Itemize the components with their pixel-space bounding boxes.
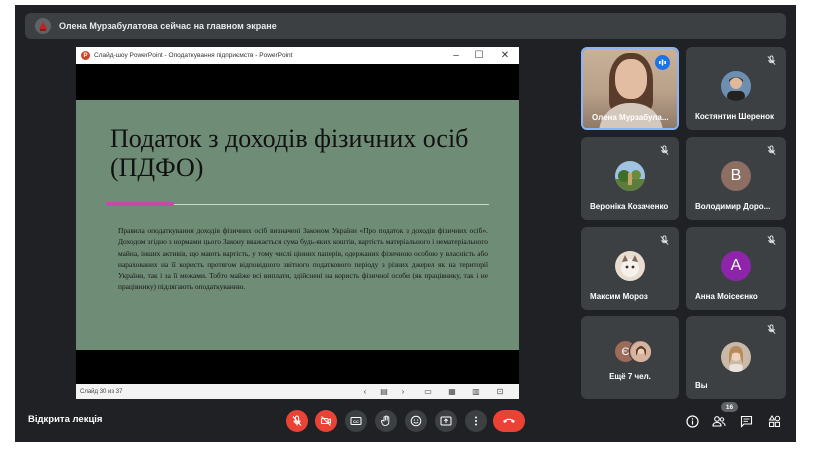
- powerpoint-icon: P: [81, 51, 90, 60]
- camera-toggle-button[interactable]: [315, 410, 337, 432]
- participant-tile[interactable]: Олена Мурзабула...: [581, 47, 679, 130]
- info-icon: [685, 414, 699, 428]
- participant-avatar-letter: А: [721, 251, 751, 281]
- mic-off-icon: [292, 415, 302, 426]
- present-now-button[interactable]: [435, 410, 457, 432]
- participant-avatar: [629, 340, 652, 363]
- participant-name: Костянтин Шеренок: [695, 112, 774, 121]
- powerpoint-statusbar: Слайд 30 из 37 ‹ ▤ › ▭ ▦ ▥ ⊡: [76, 384, 519, 399]
- slide-body-text: Правила оподаткування доходів фізичних о…: [118, 226, 488, 292]
- slide-title: Податок з доходів фізичних осіб (ПДФО): [110, 124, 469, 182]
- mic-off-icon: [767, 55, 776, 65]
- next-slide-icon[interactable]: ›: [397, 386, 409, 397]
- hand-icon: [380, 415, 390, 426]
- participant-count-badge: 16: [721, 402, 738, 412]
- participant-name: Вероніка Козаченко: [590, 202, 669, 211]
- participant-name: Максим Мороз: [590, 292, 648, 301]
- participant-tile[interactable]: А Анна Моісеєнко: [686, 227, 786, 310]
- mic-off-icon: [767, 145, 776, 155]
- leave-call-button[interactable]: [493, 410, 525, 432]
- normal-view-icon[interactable]: ▭: [422, 386, 434, 397]
- participants-button[interactable]: [710, 412, 728, 430]
- participant-name: Вы: [695, 381, 708, 390]
- people-icon: [712, 415, 726, 427]
- slide-accent-bar: [106, 202, 174, 206]
- participant-tile[interactable]: В Володимир Доро...: [686, 137, 786, 220]
- powerpoint-window-title: Слайд-шоу PowerPoint - Оподаткування під…: [94, 52, 293, 59]
- mic-off-icon: [767, 324, 776, 334]
- participant-name: Володимир Доро...: [695, 202, 771, 211]
- mic-off-icon: [767, 235, 776, 245]
- mic-toggle-button[interactable]: [286, 410, 308, 432]
- participant-avatar: [615, 251, 645, 281]
- more-participants-label: Ещё 7 чел.: [609, 372, 651, 381]
- minimize-icon[interactable]: –: [445, 47, 467, 64]
- participant-tile[interactable]: Костянтин Шеренок: [686, 47, 786, 130]
- participant-avatar-letter: В: [721, 161, 751, 191]
- captions-icon: CC: [350, 417, 362, 425]
- present-icon: [440, 416, 452, 426]
- presenting-banner: Олена Мурзабулатова сейчас на главном эк…: [25, 13, 786, 39]
- participant-tile[interactable]: Вероніка Козаченко: [581, 137, 679, 220]
- reading-view-icon[interactable]: ▥: [470, 386, 482, 397]
- maximize-icon[interactable]: ☐: [468, 47, 490, 64]
- participant-avatar: [721, 71, 751, 101]
- slide-counter: Слайд 30 из 37: [80, 388, 123, 395]
- more-options-button[interactable]: [465, 410, 487, 432]
- hang-up-icon: [503, 418, 515, 423]
- participant-name: Олена Мурзабула...: [592, 113, 669, 122]
- mic-off-icon: [660, 145, 669, 155]
- prev-slide-icon[interactable]: ‹: [359, 386, 371, 397]
- reactions-button[interactable]: [405, 410, 427, 432]
- more-participants-avatars: Є: [614, 340, 654, 363]
- banner-text: Олена Мурзабулатова сейчас на главном эк…: [59, 21, 277, 31]
- raise-hand-button[interactable]: [375, 410, 397, 432]
- captions-button[interactable]: CC: [345, 410, 367, 432]
- self-tile[interactable]: Вы: [686, 316, 786, 399]
- participant-avatar: [615, 161, 645, 191]
- presenter-avatar-icon: [35, 18, 51, 34]
- slide-sorter-icon[interactable]: ▦: [446, 386, 458, 397]
- svg-text:CC: CC: [353, 419, 359, 424]
- close-icon[interactable]: ✕: [494, 47, 516, 64]
- chat-button[interactable]: [737, 412, 755, 430]
- slide: Податок з доходів фізичних осіб (ПДФО) П…: [76, 100, 519, 350]
- slideshow-icon[interactable]: ⊡: [494, 386, 506, 397]
- mic-off-icon: [660, 235, 669, 245]
- participant-tile[interactable]: Максим Мороз: [581, 227, 679, 310]
- activities-button[interactable]: [765, 412, 783, 430]
- emoji-icon: [410, 415, 422, 427]
- meeting-details-button[interactable]: [683, 412, 701, 430]
- slide-menu-icon[interactable]: ▤: [378, 386, 390, 397]
- more-participants-tile[interactable]: Є Ещё 7 чел.: [581, 316, 679, 399]
- activities-icon: [768, 414, 780, 427]
- more-vert-icon: [475, 416, 477, 426]
- powerpoint-titlebar: P Слайд-шоу PowerPoint - Оподаткування п…: [76, 47, 519, 64]
- participant-avatar: [721, 342, 751, 372]
- meeting-name: Відкрита лекція: [28, 414, 103, 425]
- chat-icon: [740, 415, 752, 428]
- meet-window: Олена Мурзабулатова сейчас на главном эк…: [15, 5, 796, 442]
- shared-screen: P Слайд-шоу PowerPoint - Оподаткування п…: [76, 47, 519, 399]
- speaking-indicator-icon: [655, 55, 670, 70]
- camera-off-icon: [320, 416, 331, 426]
- participant-name: Анна Моісеєнко: [695, 292, 758, 301]
